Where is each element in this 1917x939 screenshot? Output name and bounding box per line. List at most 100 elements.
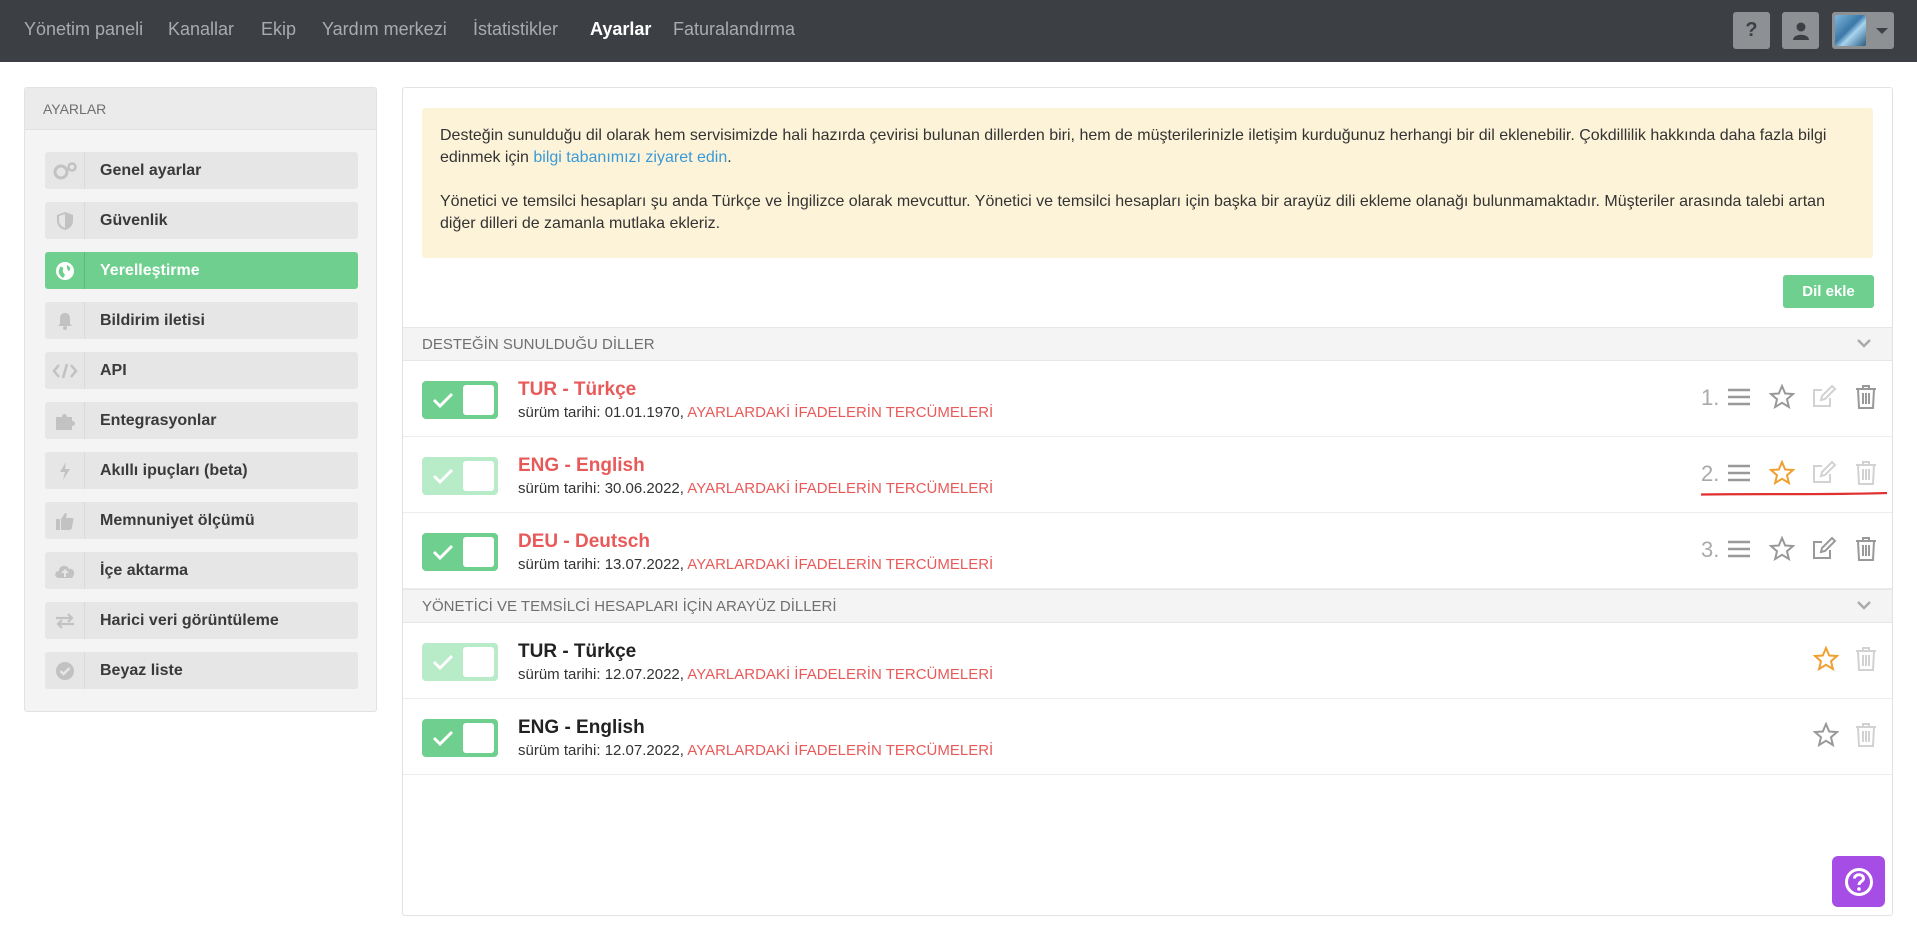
check-badge-icon [45,652,85,689]
drag-handle[interactable] [1725,459,1753,487]
toggle-knob [463,647,494,677]
user-icon [1792,22,1809,40]
trash-icon [1856,723,1876,747]
info-notice: Desteğin sunulduğu dil olarak hem servis… [422,108,1873,258]
language-toggle[interactable] [422,457,498,495]
star-icon [1813,722,1839,748]
cloud-upload-icon [45,552,85,589]
star-icon [1769,384,1795,410]
language-toggle[interactable] [422,719,498,757]
language-name: TUR - Türkçe [518,641,637,662]
drag-handle[interactable] [1725,535,1753,563]
language-toggle[interactable] [422,533,498,571]
check-icon [432,730,454,747]
sidebar-item-external-data[interactable]: Harici veri görüntüleme [45,602,358,639]
language-toggle[interactable] [422,381,498,419]
default-language-button[interactable] [1768,383,1796,411]
nav-item-team[interactable]: Ekip [261,19,296,40]
sidebar-item-label: API [100,362,127,379]
language-name[interactable]: DEU - Deutsch [518,531,650,553]
support-chat-button[interactable] [1832,856,1885,907]
delete-button[interactable] [1852,535,1880,563]
toggle-knob [463,461,494,491]
translations-link[interactable]: AYARLARDAKİ İFADELERİN TERCÜMELERİ [687,666,993,683]
language-version: sürüm tarihi: 30.06.2022, AYARLARDAKİ İF… [518,480,994,497]
sidebar-item-integrations[interactable]: Entegrasyonlar [45,402,358,439]
question-circle-icon [1844,867,1873,896]
language-name[interactable]: ENG - English [518,455,645,477]
sidebar-item-whitelist[interactable]: Beyaz liste [45,652,358,689]
nav-item-dashboard[interactable]: Yönetim paneli [24,19,143,40]
chevron-down-icon [1857,339,1871,348]
sidebar-item-label: İçe aktarma [100,562,189,579]
sidebar-item-label: Memnuniyet ölçümü [100,512,255,529]
language-row: ENG - English sürüm tarihi: 30.06.2022, … [403,437,1892,513]
annotation-underline [1701,492,1887,496]
notice-paragraph-2: Yönetici ve temsilci hesapları şu anda T… [440,193,1825,232]
translations-link[interactable]: AYARLARDAKİ İFADELERİN TERCÜMELERİ [687,742,993,759]
nav-item-settings[interactable]: Ayarlar [590,19,651,40]
drag-handle[interactable] [1725,383,1753,411]
edit-button[interactable] [1810,383,1838,411]
default-language-button[interactable] [1812,645,1840,673]
delete-button[interactable] [1852,645,1880,673]
thumbs-up-icon [45,502,85,539]
knowledge-base-link[interactable]: bilgi tabanımızı ziyaret edin [533,149,727,166]
ui-languages-section-header[interactable]: YÖNETİCİ VE TEMSİLCİ HESAPLARI İÇİN ARAY… [403,589,1892,623]
nav-item-billing[interactable]: Faturalandırma [673,19,795,40]
exchange-icon [45,602,85,639]
add-language-button[interactable]: Dil ekle [1783,275,1874,308]
translations-link[interactable]: AYARLARDAKİ İFADELERİN TERCÜMELERİ [687,480,993,497]
profile-button[interactable] [1782,12,1819,49]
default-language-button[interactable] [1812,721,1840,749]
sidebar-item-security[interactable]: Güvenlik [45,202,358,239]
sidebar-item-label: Güvenlik [100,212,168,229]
edit-icon [1813,536,1837,559]
top-navigation: Yönetim paneli Kanallar Ekip Yardım merk… [0,0,1917,62]
delete-button[interactable] [1852,459,1880,487]
translations-link[interactable]: AYARLARDAKİ İFADELERİN TERCÜMELERİ [687,556,993,573]
sidebar-item-import[interactable]: İçe aktarma [45,552,358,589]
star-icon [1813,646,1839,672]
sidebar-item-general[interactable]: Genel ayarlar [45,152,358,189]
nav-item-channels[interactable]: Kanallar [168,19,234,40]
language-version: sürüm tarihi: 12.07.2022, AYARLARDAKİ İF… [518,742,994,759]
sidebar-item-notification[interactable]: Bildirim iletisi [45,302,358,339]
language-row: DEU - Deutsch sürüm tarihi: 13.07.2022, … [403,513,1892,589]
nav-item-help-center[interactable]: Yardım merkezi [322,19,447,40]
translations-link[interactable]: AYARLARDAKİ İFADELERİN TERCÜMELERİ [687,404,993,421]
help-button[interactable]: ? [1733,12,1770,49]
delete-button[interactable] [1852,383,1880,411]
question-icon: ? [1745,19,1758,41]
nav-item-statistics[interactable]: İstatistikler [473,19,558,40]
sidebar-item-label: Beyaz liste [100,662,183,679]
localization-panel: Desteğin sunulduğu dil olarak hem servis… [402,87,1893,916]
order-number: 1. [1701,385,1720,410]
language-toggle[interactable] [422,643,498,681]
caret-down-icon [1876,28,1888,34]
sidebar-item-api[interactable]: API [45,352,358,389]
default-language-button[interactable] [1768,459,1796,487]
support-languages-section-header[interactable]: DESTEĞİN SUNULDUĞU DİLLER [403,327,1892,361]
chevron-down-icon [1857,601,1871,610]
sidebar-item-localization[interactable]: Yerelleştirme [45,252,358,289]
language-version: sürüm tarihi: 01.01.1970, AYARLARDAKİ İF… [518,404,994,421]
puzzle-icon [45,402,85,439]
delete-button[interactable] [1852,721,1880,749]
code-icon [45,352,85,389]
ui-language-row: TUR - Türkçe sürüm tarihi: 12.07.2022, A… [403,623,1892,699]
ui-language-row: ENG - English sürüm tarihi: 12.07.2022, … [403,699,1892,775]
edit-button[interactable] [1810,459,1838,487]
trash-icon [1856,647,1876,671]
sidebar-item-smart-tips[interactable]: Akıllı ipuçları (beta) [45,452,358,489]
toggle-knob [463,537,494,567]
sidebar-item-satisfaction[interactable]: Memnuniyet ölçümü [45,502,358,539]
star-icon [1769,460,1795,486]
edit-button[interactable] [1810,535,1838,563]
account-menu-button[interactable] [1832,12,1894,49]
language-row: TUR - Türkçe sürüm tarihi: 01.01.1970, A… [403,361,1892,437]
default-language-button[interactable] [1768,535,1796,563]
order-number: 3. [1701,537,1720,562]
notice-paragraph-1: Desteğin sunulduğu dil olarak hem servis… [440,127,1827,166]
language-name[interactable]: TUR - Türkçe [518,379,636,401]
